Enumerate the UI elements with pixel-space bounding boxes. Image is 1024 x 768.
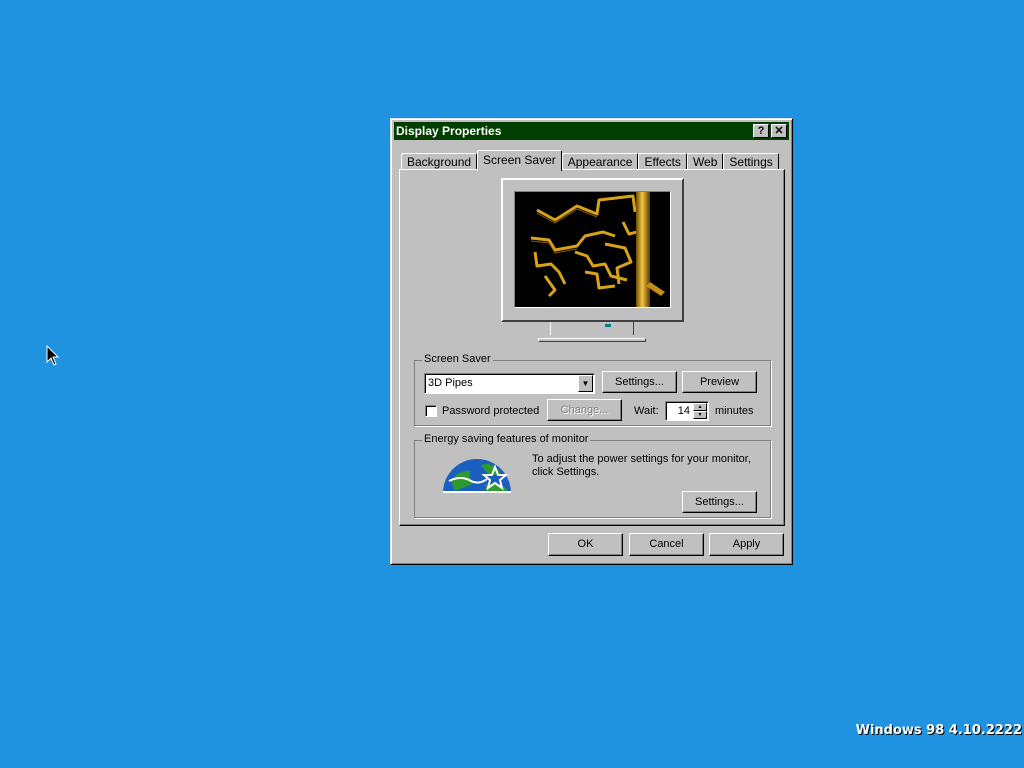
close-button[interactable]: ✕ [771, 124, 787, 138]
energy-star-logo-icon [443, 459, 511, 493]
change-password-button: Change... [547, 399, 622, 421]
monitor-preview [501, 178, 684, 322]
screen-saver-group-label: Screen Saver [422, 353, 493, 365]
screen-saver-selected: 3D Pipes [428, 377, 473, 389]
tab-screen-saver[interactable]: Screen Saver [477, 150, 562, 171]
monitor-base [538, 338, 646, 342]
apply-button[interactable]: Apply [709, 533, 784, 556]
spin-up-icon[interactable]: ▲ [693, 403, 707, 411]
screen-saver-dropdown[interactable]: 3D Pipes ▼ [424, 373, 595, 394]
minutes-label: minutes [715, 405, 754, 417]
screen-saver-panel: Screen Saver 3D Pipes ▼ Settings... Prev… [399, 169, 785, 526]
monitor-stand [550, 322, 634, 335]
energy-description: To adjust the power settings for your mo… [532, 453, 751, 478]
tab-strip: Background Screen Saver Appearance Effec… [401, 150, 779, 171]
window-title: Display Properties [396, 124, 502, 138]
energy-settings-button[interactable]: Settings... [682, 491, 757, 513]
screen-saver-group: Screen Saver 3D Pipes ▼ Settings... Prev… [414, 353, 771, 426]
3d-pipes-preview-image [530, 192, 665, 307]
ok-button[interactable]: OK [548, 533, 623, 556]
title-bar[interactable]: Display Properties ? ✕ [394, 122, 789, 140]
cancel-button[interactable]: Cancel [629, 533, 704, 556]
display-properties-window: Display Properties ? ✕ Background Screen… [390, 118, 793, 565]
wait-label: Wait: [634, 405, 659, 417]
screen-saver-settings-button[interactable]: Settings... [602, 371, 677, 393]
energy-group-label: Energy saving features of monitor [422, 433, 591, 445]
spin-down-icon[interactable]: ▼ [693, 411, 707, 419]
mouse-cursor-icon [46, 345, 60, 366]
wait-minutes-value[interactable]: 14 [678, 405, 690, 417]
energy-saving-group: Energy saving features of monitor To adj… [414, 433, 771, 518]
windows-version-text: Windows 98 4.10.2222 [855, 723, 1022, 738]
screen-saver-preview [514, 191, 671, 308]
password-protected-checkbox[interactable] [425, 405, 437, 417]
help-button[interactable]: ? [753, 124, 769, 138]
wait-minutes-spinner[interactable]: 14 ▲ ▼ [665, 401, 709, 421]
password-protected-label: Password protected [442, 405, 540, 417]
preview-button[interactable]: Preview [682, 371, 757, 393]
chevron-down-icon[interactable]: ▼ [578, 375, 593, 392]
